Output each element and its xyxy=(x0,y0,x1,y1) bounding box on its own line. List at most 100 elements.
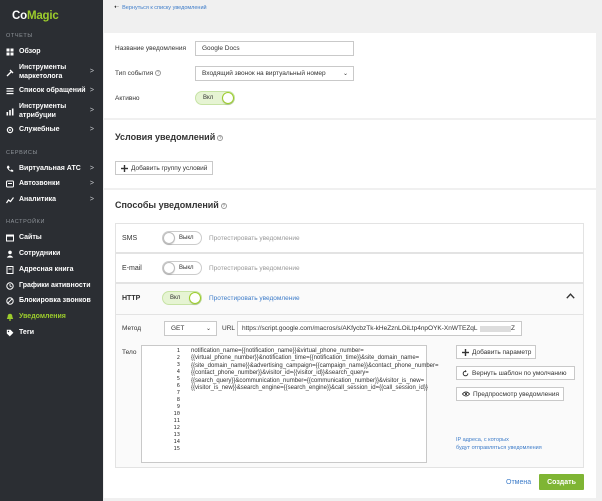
email-toggle[interactable]: Выкл xyxy=(162,261,202,275)
toggle-knob xyxy=(163,262,175,274)
conditions-title: Условия уведомлений? xyxy=(115,132,224,142)
sms-method-row: SMS Выкл Протестировать уведомление xyxy=(115,223,584,253)
line-number: 13 xyxy=(173,432,181,438)
sidebar-item-call-blocking[interactable]: Блокировка звонков xyxy=(0,297,103,306)
help-icon[interactable]: ? xyxy=(155,70,162,77)
line-number: 4 xyxy=(176,369,180,375)
create-button[interactable]: Создать xyxy=(539,474,584,490)
attribution-icon xyxy=(6,108,14,116)
http-method-panel: HTTP Вкл Протестировать уведомление Мето… xyxy=(115,283,584,468)
eye-icon xyxy=(462,391,470,397)
sidebar-section-reports: ОТЧЕТЫ xyxy=(6,33,33,39)
sidebar-section-services: СЕРВИСЫ xyxy=(6,150,38,156)
back-to-list-link[interactable]: 🠠 Вернуться к списку уведомлений xyxy=(114,3,207,13)
analytics-icon xyxy=(6,196,14,204)
body-text: notification_name={{notification_name}}&… xyxy=(191,348,439,392)
reset-template-button[interactable]: Вернуть шаблон по умолчанию xyxy=(456,366,575,380)
line-number: 8 xyxy=(176,397,180,403)
url-input[interactable]: https://script.google.com/macros/s/AKfyc… xyxy=(237,321,522,336)
comagic-logo[interactable]: CoMagic xyxy=(12,10,59,22)
sidebar-item-employees[interactable]: Сотрудники xyxy=(0,250,103,259)
sms-toggle[interactable]: Выкл xyxy=(162,231,202,245)
add-parameter-button[interactable]: Добавить параметр xyxy=(456,345,536,359)
sites-icon xyxy=(6,234,14,242)
body-editor[interactable]: 1 2 3 4 5 6 7 8 9 10 11 12 13 14 15 notification_name=… xyxy=(141,345,439,463)
conditions-card: Условия уведомлений? Добавить группу усл… xyxy=(104,120,596,188)
http-toggle[interactable]: Вкл xyxy=(162,291,202,305)
line-numbers: 1 2 3 4 5 6 7 8 9 10 11 12 13 14 15 xyxy=(142,346,182,453)
http-label: HTTP xyxy=(122,295,141,302)
autocall-icon xyxy=(6,180,14,188)
email-test-link[interactable]: Протестировать уведомление xyxy=(209,265,300,272)
main-content: 🠠 Вернуться к списку уведомлений Названи… xyxy=(103,0,602,501)
chevron-right-icon: > xyxy=(89,107,94,115)
line-number: 7 xyxy=(176,390,180,396)
sms-label: SMS xyxy=(122,235,138,242)
sidebar-item-notifications[interactable]: Уведомления xyxy=(0,313,103,322)
sidebar-item-tags[interactable]: Теги xyxy=(0,329,103,338)
preview-button[interactable]: Предпросмотр уведомления xyxy=(456,387,564,401)
plus-icon xyxy=(462,348,469,356)
arrow-left-icon: 🠠 xyxy=(114,5,120,11)
employees-icon xyxy=(6,250,14,258)
sidebar-item-attribution[interactable]: Инструменты атрибуции > xyxy=(0,103,103,120)
add-condition-group-button[interactable]: Добавить группу условий xyxy=(115,161,214,175)
sidebar: CoMagic ОТЧЕТЫ Обзор Инструменты маркето… xyxy=(0,0,103,501)
tools-icon xyxy=(6,69,14,77)
line-number: 11 xyxy=(173,418,181,424)
sms-test-link[interactable]: Протестировать уведомление xyxy=(209,235,300,242)
phone-icon xyxy=(6,165,14,173)
sidebar-item-virtual-pbx[interactable]: Виртуальная АТС > xyxy=(0,165,103,174)
toggle-knob xyxy=(189,292,201,304)
schedule-icon xyxy=(6,282,14,290)
toggle-knob xyxy=(163,232,175,244)
sidebar-item-autocalls[interactable]: Автозвонки > xyxy=(0,180,103,189)
block-icon xyxy=(6,297,14,305)
addressbook-icon xyxy=(6,266,14,275)
email-method-row: E-mail Выкл Протестировать уведомление xyxy=(115,253,584,283)
line-number: 3 xyxy=(176,362,180,368)
line-number: 2 xyxy=(176,355,180,361)
cancel-button[interactable]: Отмена xyxy=(506,479,531,486)
methods-title: Способы уведомлений? xyxy=(115,200,227,210)
methods-card: Способы уведомлений? SMS Выкл Протестиро… xyxy=(104,190,596,498)
line-number: 10 xyxy=(173,411,181,417)
event-type-select[interactable]: Входящий звонок на виртуальный номер ⌄ xyxy=(195,66,354,81)
bell-icon xyxy=(6,313,14,322)
sidebar-item-analytics[interactable]: Аналитика > xyxy=(0,196,103,205)
email-label: E-mail xyxy=(122,265,142,272)
line-number: 1 xyxy=(176,348,180,354)
method-label: Метод xyxy=(122,325,142,332)
chevron-down-icon: ⌄ xyxy=(342,71,348,77)
sidebar-item-sites[interactable]: Сайты xyxy=(0,234,103,243)
sidebar-item-service[interactable]: Служебные > xyxy=(0,126,103,135)
sidebar-item-requests[interactable]: Список обращений > xyxy=(0,87,103,96)
help-icon[interactable]: ? xyxy=(217,134,224,141)
sidebar-item-overview[interactable]: Обзор xyxy=(0,48,103,57)
line-number: 15 xyxy=(173,446,181,452)
http-test-link[interactable]: Протестировать уведомление xyxy=(209,295,300,302)
notification-name-input[interactable]: Google Docs xyxy=(195,41,354,56)
sidebar-item-activity-schedules[interactable]: Графики активности xyxy=(0,282,103,291)
list-icon xyxy=(6,87,14,95)
ip-addresses-link[interactable]: IP адреса, с которых будут отправляться … xyxy=(456,437,542,452)
chevron-right-icon: > xyxy=(89,196,94,203)
event-type-label: Тип события? xyxy=(115,70,162,77)
line-number: 6 xyxy=(176,383,180,389)
chevron-right-icon: > xyxy=(89,180,94,187)
line-number: 9 xyxy=(176,404,180,410)
chevron-right-icon: > xyxy=(89,126,94,133)
sidebar-item-address-book[interactable]: Адресная книга xyxy=(0,266,103,275)
line-number: 14 xyxy=(173,439,181,445)
chevron-right-icon: > xyxy=(89,68,94,76)
chevron-down-icon: ⌄ xyxy=(205,326,211,332)
divider xyxy=(116,314,583,315)
help-icon[interactable]: ? xyxy=(220,202,227,209)
collapse-chevron-up-icon[interactable] xyxy=(566,293,575,301)
sidebar-item-marketing-tools[interactable]: Инструменты маркетолога > xyxy=(0,64,103,81)
line-number: 5 xyxy=(176,376,180,382)
http-method-select[interactable]: GET ⌄ xyxy=(164,321,217,336)
active-toggle[interactable]: Вкл xyxy=(195,91,235,105)
notification-name-label: Название уведомления xyxy=(115,45,186,52)
overview-icon xyxy=(6,48,14,56)
